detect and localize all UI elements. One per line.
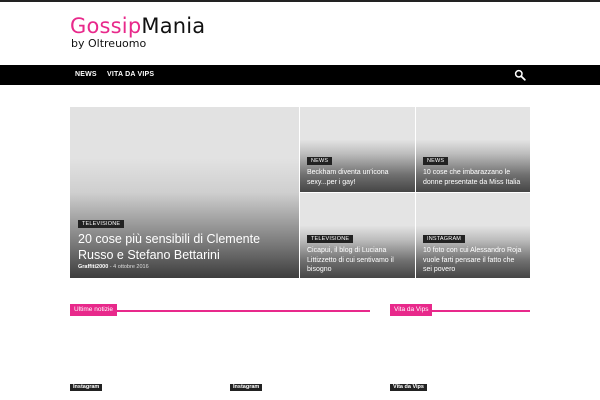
featured-side-post[interactable]: NEWS 10 cose che imbarazzano le donne pr… [416, 107, 530, 192]
featured-side-post[interactable]: NEWS Beckham diventa un'icona sexy...per… [300, 107, 415, 192]
post-meta: Graffiti2000 - 4 ottobre 2016 [78, 264, 149, 270]
nav-item-news[interactable]: NEWS [75, 65, 97, 85]
section-title: Ultime notizie [70, 304, 118, 316]
featured-main-post[interactable]: TELEVISIONE 20 cose più sensibili di Cle… [70, 107, 299, 278]
category-tag[interactable]: TELEVISIONE [78, 220, 125, 228]
post-title[interactable]: Beckham diventa un'icona sexy...per i ga… [307, 168, 407, 187]
category-tag[interactable]: Instagram [70, 384, 103, 391]
category-tag[interactable]: Instagram [230, 384, 263, 391]
logo-title: GossipMania [70, 14, 206, 38]
logo-subtitle: by Oltreuomo [71, 37, 147, 50]
section-header-vips: Vita da Vips [390, 298, 530, 316]
main-navbar: NEWS VITA DA VIPS [0, 65, 600, 85]
post-date: 4 ottobre 2016 [113, 264, 149, 270]
featured-side-post[interactable]: INSTAGRAM 10 foto con cui Alessandro Roj… [416, 193, 530, 278]
nav-item-vita-da-vips[interactable]: VITA DA VIPS [107, 65, 154, 85]
section-title: Vita da Vips [390, 304, 433, 316]
featured-side-post[interactable]: TELEVISIONE Cicapui, il blog di Luciana … [300, 193, 415, 278]
category-tag[interactable]: TELEVISIONE [307, 235, 354, 243]
top-border [0, 0, 600, 2]
category-tag[interactable]: Vita da Vips [390, 384, 427, 391]
post-author[interactable]: Graffiti2000 [78, 264, 108, 270]
category-tag[interactable]: NEWS [307, 157, 333, 165]
post-title[interactable]: Cicapui, il blog di Luciana Littizzetto … [307, 246, 407, 275]
post-title[interactable]: 10 foto con cui Alessandro Roja vuole fa… [423, 246, 523, 275]
search-icon[interactable] [514, 69, 526, 81]
post-title[interactable]: 20 cose più sensibili di Clemente Russo … [78, 231, 268, 263]
category-tag[interactable]: NEWS [423, 157, 449, 165]
post-title[interactable]: 10 cose che imbarazzano le donne present… [423, 168, 523, 187]
category-tag[interactable]: INSTAGRAM [423, 235, 466, 243]
section-header-latest: Ultime notizie [70, 298, 370, 316]
site-logo[interactable]: GossipMania by Oltreuomo [70, 14, 205, 50]
